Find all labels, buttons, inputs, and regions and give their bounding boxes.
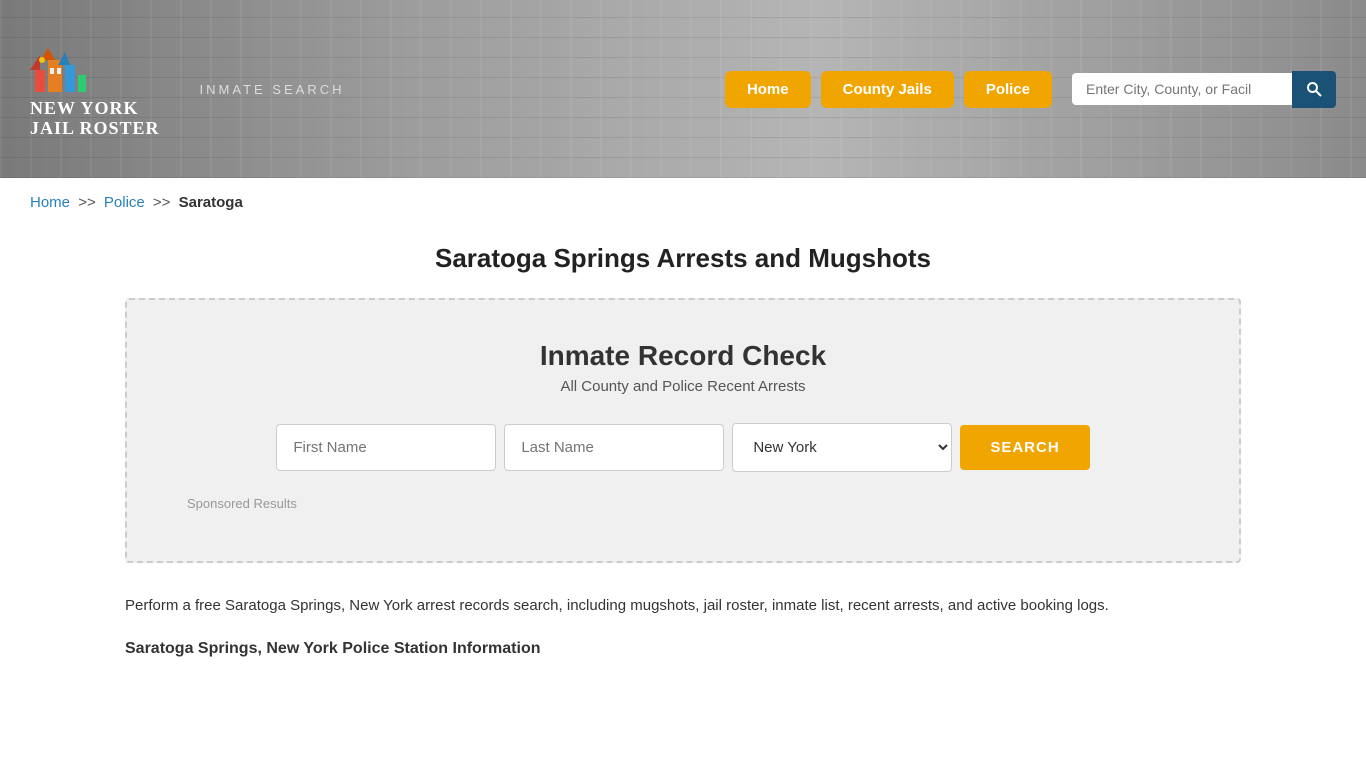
inmate-search-button[interactable]: SEARCH [960,425,1089,470]
main-nav: Home County Jails Police [725,71,1052,108]
breadcrumb: Home >> Police >> Saratoga [0,178,1366,227]
panel-subtitle: All County and Police Recent Arrests [187,378,1179,395]
panel-title: Inmate Record Check [187,340,1179,372]
description-section: Perform a free Saratoga Springs, New Yor… [0,563,1366,692]
nav-county-jails-button[interactable]: County Jails [821,71,954,108]
state-select[interactable]: AlabamaAlaskaArizonaArkansasCaliforniaCo… [732,423,952,472]
nav-police-button[interactable]: Police [964,71,1052,108]
inmate-search-form: AlabamaAlaskaArizonaArkansasCaliforniaCo… [187,423,1179,472]
header-search-input[interactable] [1072,73,1292,105]
inmate-search-panel: Inmate Record Check All County and Polic… [125,298,1241,563]
inmate-search-label: INMATE SEARCH [200,82,345,97]
nav-home-button[interactable]: Home [725,71,811,108]
breadcrumb-home[interactable]: Home [30,194,70,211]
page-title-section: Saratoga Springs Arrests and Mugshots [0,227,1366,298]
header-search-button[interactable] [1292,71,1336,108]
breadcrumb-sep1: >> [78,194,96,211]
site-header: NEW YORK JAIL ROSTER INMATE SEARCH Home … [0,0,1366,178]
sponsored-results-label: Sponsored Results [187,496,1179,511]
logo-text-line1: NEW YORK [30,99,139,119]
search-icon [1306,81,1322,97]
last-name-input[interactable] [504,424,724,471]
description-paragraph: Perform a free Saratoga Springs, New Yor… [125,593,1241,619]
breadcrumb-sep2: >> [153,194,171,211]
site-logo[interactable]: NEW YORK JAIL ROSTER [30,40,160,139]
breadcrumb-police[interactable]: Police [104,194,145,211]
first-name-input[interactable] [276,424,496,471]
header-search-area [1072,71,1336,108]
page-title: Saratoga Springs Arrests and Mugshots [0,243,1366,274]
description-sub-heading: Saratoga Springs, New York Police Statio… [125,635,1241,662]
logo-text-line2: JAIL ROSTER [30,119,160,139]
logo-icon [30,40,90,95]
breadcrumb-current: Saratoga [179,194,243,211]
